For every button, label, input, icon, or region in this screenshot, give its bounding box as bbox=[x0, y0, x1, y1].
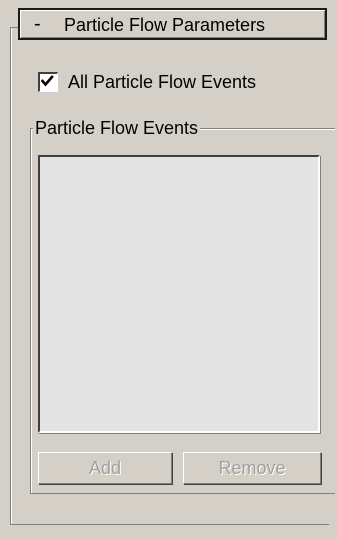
all-particle-flow-events-option[interactable]: All Particle Flow Events bbox=[38, 70, 256, 94]
add-button[interactable]: Add bbox=[38, 452, 172, 484]
all-particle-flow-events-label: All Particle Flow Events bbox=[68, 71, 257, 92]
rollout-frame-tick bbox=[10, 27, 18, 28]
particle-flow-events-group-title: Particle Flow Events bbox=[33, 118, 201, 139]
collapse-icon[interactable]: - bbox=[34, 13, 41, 36]
all-particle-flow-events-checkbox[interactable] bbox=[38, 72, 58, 92]
rollout-frame-bottom bbox=[10, 524, 329, 525]
rollout-title: Particle Flow Parameters bbox=[64, 15, 266, 35]
rollout-frame-left bbox=[10, 27, 11, 525]
particle-flow-parameters-panel: - Particle Flow Parameters All Particle … bbox=[0, 0, 337, 539]
remove-button[interactable]: Remove bbox=[183, 452, 321, 484]
particle-flow-events-list[interactable] bbox=[38, 155, 320, 433]
rollout-header-button[interactable]: - Particle Flow Parameters bbox=[18, 8, 327, 40]
checkmark-icon bbox=[41, 75, 54, 87]
